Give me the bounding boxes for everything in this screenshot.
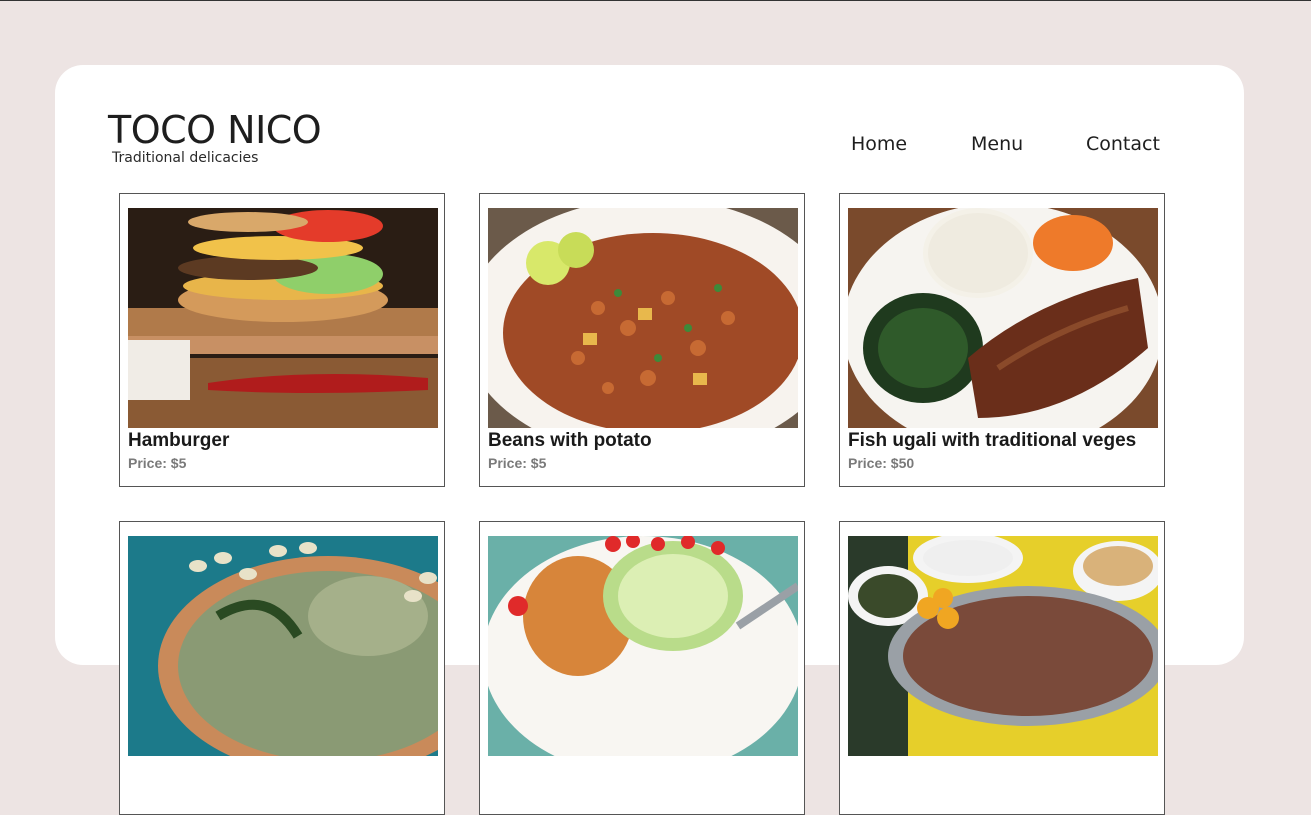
top-border [0,0,1311,1]
menu-item-price: Price: $5 [488,455,547,471]
menu-item-name: Hamburger [128,430,230,451]
rice-salad-photo [488,536,798,756]
brand-logo[interactable]: TOCO NICO Traditional delicacies [108,108,322,166]
menu-card[interactable] [479,521,805,815]
brand-subtitle: Traditional delicacies [112,150,259,166]
nav-contact-link[interactable]: Contact [1086,133,1160,155]
menu-card[interactable]: Hamburger Price: $5 [119,193,445,487]
menu-item-price: Price: $50 [848,455,915,471]
brand-title: TOCO NICO [108,108,322,152]
menu-item-name: Beans with potato [488,430,652,451]
nav-menu-link[interactable]: Menu [971,133,1023,155]
beans-potato-photo [488,208,798,428]
main-container: TOCO NICO Traditional delicacies Home Me… [55,65,1244,815]
meat-platter-photo [848,536,1158,756]
fish-ugali-photo [848,208,1158,428]
hamburger-photo [128,208,438,428]
menu-card[interactable] [119,521,445,815]
menu-card[interactable] [839,521,1165,815]
nav-home-link[interactable]: Home [851,133,907,155]
menu-item-name: Fish ugali with traditional veges [848,430,1137,451]
menu-card[interactable]: Fish ugali with traditional veges Price:… [839,193,1165,487]
menu-item-price: Price: $5 [128,455,187,471]
greens-dish-photo [128,536,438,756]
menu-card[interactable]: Beans with potato Price: $5 [479,193,805,487]
